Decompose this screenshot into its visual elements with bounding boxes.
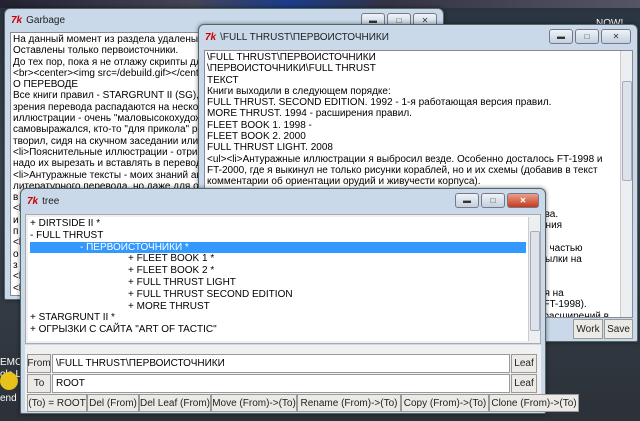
maximize-button[interactable]: □ <box>481 193 505 208</box>
desktop-app-icon[interactable] <box>0 372 18 390</box>
tree-item[interactable]: + FLEET BOOK 2 * <box>30 265 526 277</box>
tk-logo-icon: 7k <box>11 14 23 26</box>
action-button[interactable]: Copy (From)->(To) <box>401 394 489 412</box>
tree-item[interactable]: + DIRTSIDE II * <box>30 218 526 230</box>
action-button[interactable]: (To) = ROOT <box>27 394 87 412</box>
tree-item[interactable]: + FULL THRUST LIGHT <box>30 277 526 289</box>
desktop-label: end <box>0 393 17 404</box>
window-controls: ▬ □ ✕ <box>455 193 539 208</box>
tree-scrollbar[interactable] <box>528 217 540 341</box>
text-line: \ПЕРВОИСТОЧНИКИ\FULL THRUST <box>207 63 376 75</box>
action-button[interactable]: Del (From) <box>87 394 139 412</box>
text-line: ТЕКСТ <box>207 74 239 86</box>
text-line <box>535 232 609 243</box>
text-line: FLEET BOOK 2. 2000 <box>207 131 306 143</box>
tk-logo-icon: 7k <box>27 195 39 207</box>
to-leaf-button[interactable]: Leaf <box>511 374 537 393</box>
text-scrollbar[interactable] <box>620 51 632 317</box>
window-controls: ▬ □ ✕ <box>549 29 631 44</box>
text-line: FLEET BOOK 1. 1998 - <box>207 119 312 131</box>
text-line: Книги выходили в следующем порядке: <box>207 85 391 97</box>
text-line: \FULL THRUST\ПЕРВОИСТОЧНИКИ <box>207 52 376 63</box>
from-field[interactable]: \FULL THRUST\ПЕРВОИСТОЧНИКИ <box>52 354 510 373</box>
from-button[interactable]: From <box>27 354 51 373</box>
tree-item[interactable]: - FULL THRUST <box>30 230 526 242</box>
tree-item[interactable]: + FLEET BOOK 1 * <box>30 253 526 265</box>
tree-item[interactable]: + MORE THRUST <box>30 301 526 313</box>
text-line: <ul><li>Антуражные иллюстрации я выброси… <box>207 153 603 165</box>
save-button[interactable]: Save <box>604 319 633 339</box>
text-line: комментарии об ориентации орудий и живуч… <box>207 176 481 188</box>
text-line: а FT-1998). <box>535 299 587 311</box>
minimize-button[interactable]: ▬ <box>455 193 479 208</box>
tree-window: 7k tree ▬ □ ✕ + DIRTSIDE II * - FULL THRUST -… <box>20 188 579 414</box>
text-line: FT-2000, где я выкинул не только рисунки… <box>207 164 598 176</box>
text-line: ссылки на <box>535 254 582 266</box>
tree-panel: + DIRTSIDE II * - FULL THRUST - ПЕРВОИСТОЧ… <box>25 214 541 344</box>
tree-item[interactable]: + STARGRUNT II * <box>30 312 526 324</box>
action-button[interactable]: Del Leaf (From) <box>139 394 211 412</box>
scrollbar-thumb[interactable] <box>622 81 632 181</box>
action-bar: (To) = ROOT Del (From) Del Leaf (From) Move… <box>27 394 579 412</box>
text-line: ства. <box>535 209 559 220</box>
tree-item-selected[interactable]: - ПЕРВОИСТОЧНИКИ * <box>30 241 526 254</box>
text-line <box>535 265 609 276</box>
text-line: FULL THRUST LIGHT. 2008 <box>207 142 333 154</box>
text-line: тся на <box>535 288 564 300</box>
close-button[interactable]: ✕ <box>507 193 539 208</box>
scrollbar-thumb[interactable] <box>530 231 540 331</box>
text-line: о расширений в <box>535 310 609 318</box>
work-button[interactable]: Work <box>573 319 603 339</box>
to-field[interactable]: ROOT <box>52 374 510 393</box>
action-button[interactable]: Move (From)->(To) <box>211 394 297 412</box>
text-line <box>535 277 609 288</box>
text-line: и), частью <box>535 242 583 254</box>
window-title: \FULL THRUST\ПЕРВОИСТОЧНИКИ <box>220 31 389 43</box>
minimize-button[interactable]: ▬ <box>549 29 573 44</box>
tree-item[interactable]: + FULL THRUST SECOND EDITION <box>30 289 526 301</box>
text-line: FULL THRUST. SECOND EDITION. 1992 - 1-я … <box>207 97 552 109</box>
text-fragments: ства. сания и), частью ссылки на тся на а FT-… <box>535 209 609 318</box>
from-leaf-button[interactable]: Leaf <box>511 354 537 373</box>
text-line: MORE THRUST. 1994 - расширения правил. <box>207 108 412 120</box>
maximize-button[interactable]: □ <box>575 29 599 44</box>
desktop-top-strip <box>0 0 640 8</box>
tk-logo-icon: 7k <box>205 31 217 43</box>
action-button[interactable]: Rename (From)->(To) <box>297 394 401 412</box>
to-button[interactable]: To <box>27 374 51 393</box>
close-button[interactable]: ✕ <box>601 29 631 44</box>
window-title: tree <box>42 195 60 207</box>
window-title: Garbage <box>26 14 66 26</box>
tree-list[interactable]: + DIRTSIDE II * - FULL THRUST - ПЕРВОИСТОЧ… <box>28 217 528 341</box>
tree-item[interactable]: + ОГРЫЗКИ С САЙТА "ART OF TACTIC" <box>30 324 526 336</box>
action-button[interactable]: Clone (From)->(To) <box>489 394 579 412</box>
text-line: сания <box>535 220 563 232</box>
